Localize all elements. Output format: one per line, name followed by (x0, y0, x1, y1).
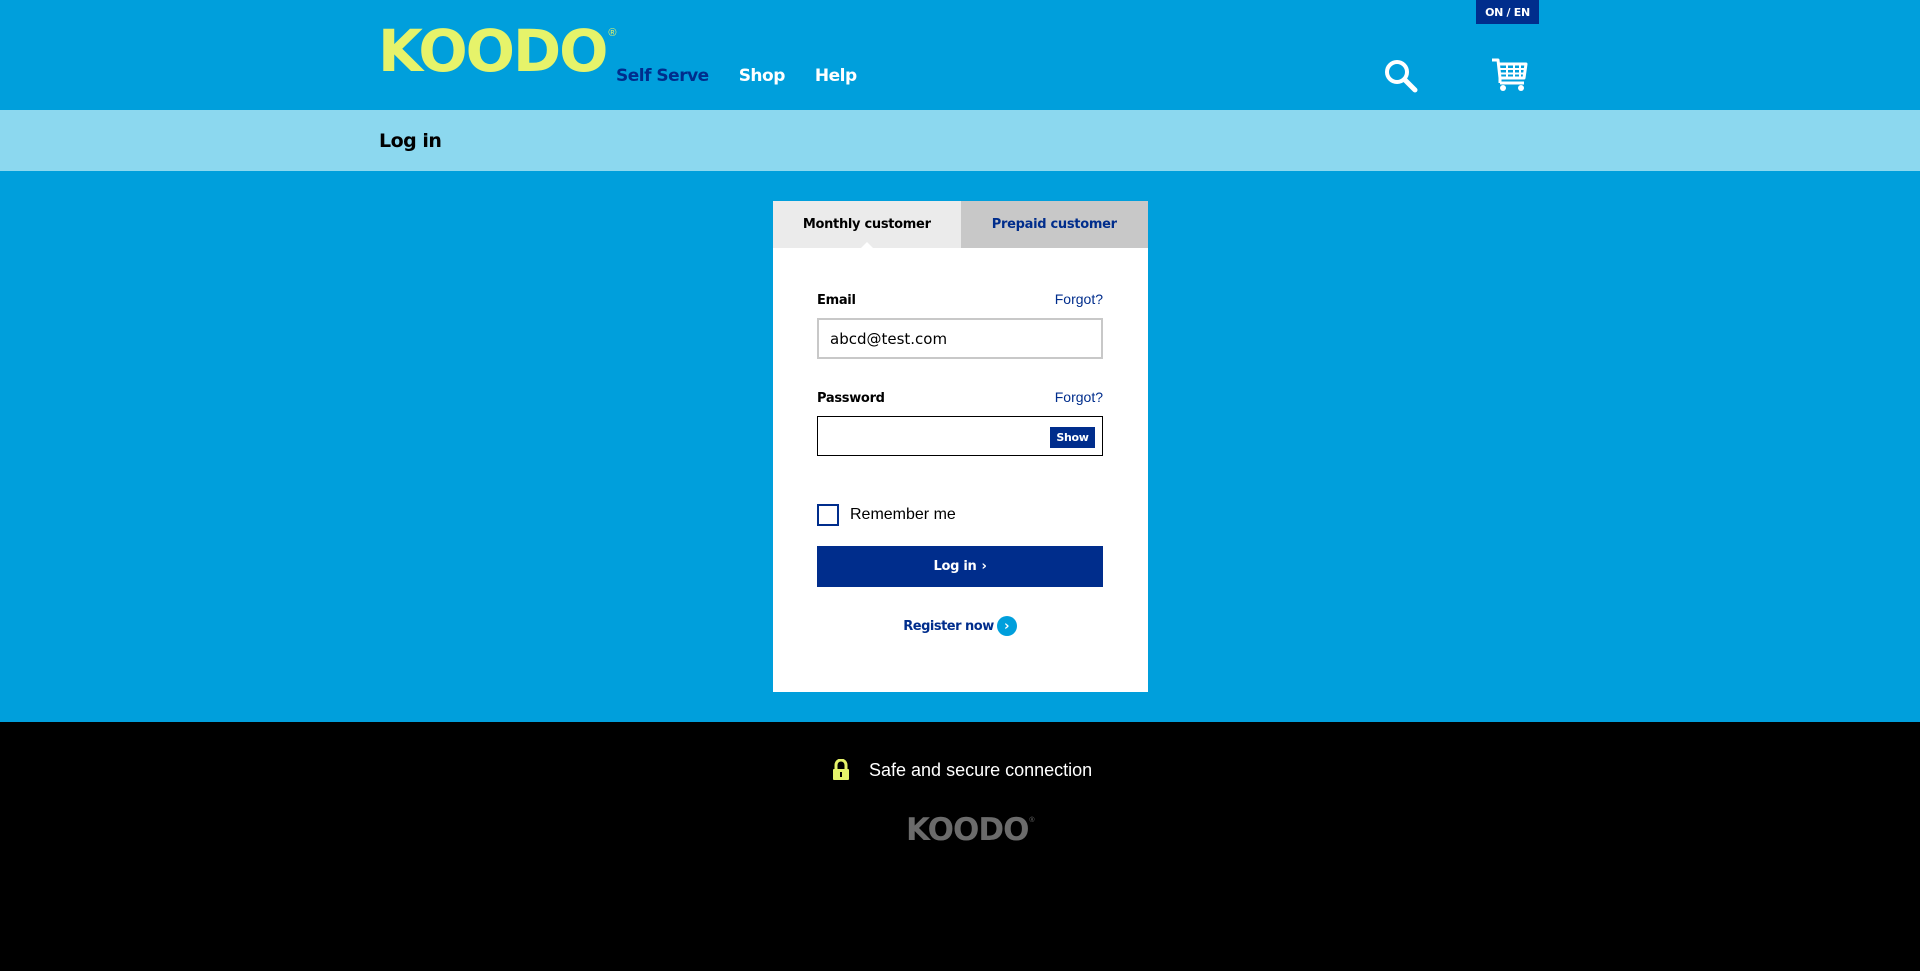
forgot-email-link[interactable]: Forgot? (1055, 291, 1103, 307)
site-header: KOODO ® Self Serve Shop Help ON / EN (0, 0, 1920, 119)
koodo-logo[interactable]: KOODO ® (378, 20, 617, 82)
page-title-bar: Log in (0, 110, 1920, 171)
customer-type-tabs: Monthly customer Prepaid customer (773, 201, 1148, 248)
email-label-row: Email Forgot? (817, 291, 1103, 309)
logo-text: KOODO (378, 17, 608, 85)
secure-connection-text: Safe and secure connection (869, 759, 1093, 780)
password-group: Password Forgot? Show (817, 389, 1103, 456)
forgot-password-link[interactable]: Forgot? (1055, 389, 1103, 405)
main-nav: Self Serve Shop Help (616, 66, 887, 119)
show-password-button[interactable]: Show (1050, 427, 1095, 448)
nav-shop[interactable]: Shop (739, 66, 786, 86)
footer-logo-text: KOODO (906, 812, 1029, 848)
register-now-link[interactable]: Register now › (817, 616, 1103, 636)
nav-self-serve[interactable]: Self Serve (616, 66, 709, 119)
password-label-row: Password Forgot? (817, 389, 1103, 407)
password-label: Password (817, 391, 885, 406)
email-field[interactable] (817, 318, 1103, 359)
login-button-label: Log in (933, 559, 977, 574)
tab-prepaid-customer[interactable]: Prepaid customer (960, 201, 1148, 248)
remember-me-checkbox[interactable] (817, 504, 839, 526)
login-form: Email Forgot? Password Forgot? Show Reme… (817, 291, 1103, 636)
footer-koodo-logo: KOODO ® (906, 815, 1035, 846)
login-button[interactable]: Log in › (817, 546, 1103, 587)
cart-button[interactable] (1490, 56, 1530, 92)
language-toggle[interactable]: ON / EN (1476, 0, 1539, 24)
footer-logo-registered-mark: ® (1029, 817, 1035, 824)
secure-connection-notice: Safe and secure connection (832, 759, 1092, 781)
tab-monthly-customer[interactable]: Monthly customer (773, 201, 961, 248)
cart-icon (1492, 58, 1528, 91)
email-label: Email (817, 293, 856, 308)
site-footer: Safe and secure connection KOODO ® (0, 722, 1920, 971)
search-icon (1385, 60, 1418, 93)
lock-icon (833, 759, 849, 780)
nav-help[interactable]: Help (815, 66, 857, 86)
chevron-circle-right-icon: › (996, 616, 1017, 636)
remember-me-row[interactable]: Remember me (817, 504, 1103, 526)
page-title: Log in (379, 130, 442, 152)
register-now-label: Register now (903, 618, 994, 634)
chevron-right-icon: › (981, 559, 987, 574)
logo-registered-mark: ® (608, 27, 617, 39)
login-card: Monthly customer Prepaid customer Email … (773, 201, 1148, 692)
remember-me-label: Remember me (850, 506, 956, 523)
password-field-wrapper: Show (817, 416, 1103, 456)
search-button[interactable] (1383, 58, 1419, 94)
